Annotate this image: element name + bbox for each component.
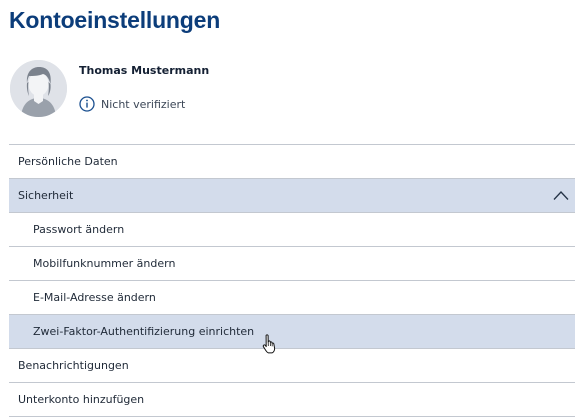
- verification-status: Nicht verifiziert: [79, 95, 185, 113]
- menu-item-label: Sicherheit: [18, 189, 73, 202]
- menu-item-label: Zwei-Faktor-Authentifizierung einrichten: [33, 325, 254, 338]
- menu-item-sicherheit[interactable]: Sicherheit: [9, 179, 575, 213]
- menu-item-passwort-aendern[interactable]: Passwort ändern: [9, 213, 575, 247]
- menu-item-label: Persönliche Daten: [18, 155, 118, 168]
- menu-item-benachrichtigungen[interactable]: Benachrichtigungen: [9, 349, 575, 383]
- menu-item-label: Mobilfunknummer ändern: [33, 257, 175, 270]
- menu-item-label: Unterkonto hinzufügen: [18, 393, 144, 406]
- menu-item-label: E-Mail-Adresse ändern: [33, 291, 156, 304]
- menu-item-label: Passwort ändern: [33, 223, 124, 236]
- page-title: Kontoeinstellungen: [9, 6, 220, 34]
- info-circle-icon[interactable]: [79, 96, 95, 112]
- user-name: Thomas Mustermann: [79, 64, 209, 77]
- menu-item-email-adresse-aendern[interactable]: E-Mail-Adresse ändern: [9, 281, 575, 315]
- avatar: [10, 60, 67, 117]
- settings-menu: Persönliche Daten Sicherheit Passwort än…: [9, 144, 575, 417]
- menu-item-label: Benachrichtigungen: [18, 359, 129, 372]
- verification-status-text: Nicht verifiziert: [101, 98, 185, 111]
- menu-item-unterkonto-hinzufuegen[interactable]: Unterkonto hinzufügen: [9, 383, 575, 417]
- menu-item-zwei-faktor-authentifizierung[interactable]: Zwei-Faktor-Authentifizierung einrichten: [9, 315, 575, 349]
- menu-item-mobilfunknummer-aendern[interactable]: Mobilfunknummer ändern: [9, 247, 575, 281]
- chevron-up-icon[interactable]: [553, 189, 569, 201]
- menu-item-persoenliche-daten[interactable]: Persönliche Daten: [9, 145, 575, 179]
- profile-summary: Thomas Mustermann Nicht verifiziert: [10, 60, 575, 120]
- user-avatar-placeholder-icon: [10, 60, 67, 117]
